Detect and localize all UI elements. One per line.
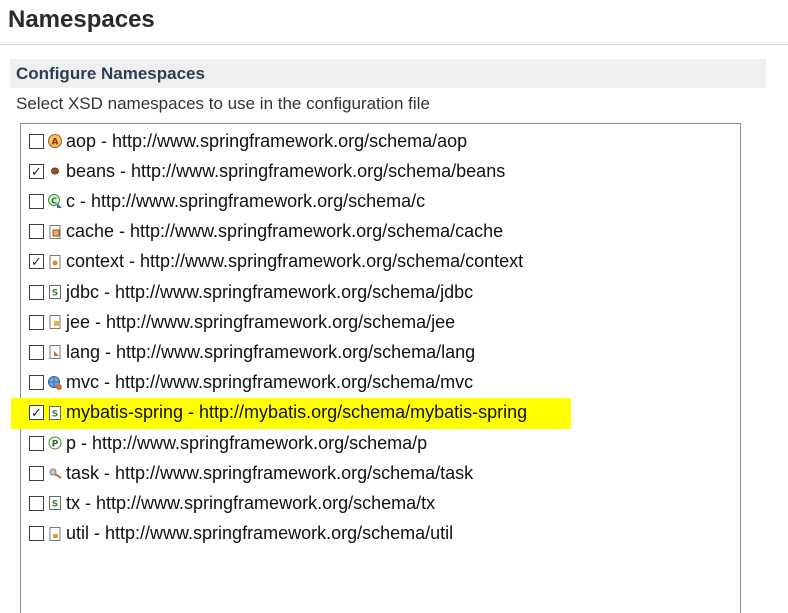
namespace-item[interactable]: jee - http://www.springframework.org/sch…	[21, 307, 740, 337]
namespace-label: mybatis-spring - http://mybatis.org/sche…	[66, 402, 528, 423]
namespace-item[interactable]: ✓ context - http://www.springframework.or…	[21, 247, 740, 277]
cache-icon	[47, 224, 63, 240]
namespace-item[interactable]: Pp - http://www.springframework.org/sche…	[21, 428, 740, 458]
namespace-checkbox[interactable]	[29, 284, 44, 300]
namespace-label: c - http://www.springframework.org/schem…	[66, 190, 426, 211]
namespace-checkbox[interactable]	[29, 314, 44, 330]
namespace-checkbox-checked[interactable]: ✓	[29, 163, 44, 179]
namespace-item[interactable]: ✓ Smybatis-spring - http://mybatis.org/sc…	[11, 397, 740, 429]
bean-icon	[47, 163, 63, 179]
util-icon	[47, 526, 63, 542]
namespace-item[interactable]: mvc - http://www.springframework.org/sch…	[21, 368, 740, 398]
svg-text:S: S	[52, 500, 58, 510]
namespace-list[interactable]: Aaop - http://www.springframework.org/sc…	[11, 123, 741, 613]
namespace-checkbox[interactable]	[29, 375, 44, 391]
namespace-label: lang - http://www.springframework.org/sc…	[66, 341, 476, 362]
namespace-item[interactable]: Stx - http://www.springframework.org/sch…	[21, 488, 740, 518]
title-divider	[0, 44, 788, 45]
namespace-item[interactable]: Cc - http://www.springframework.org/sche…	[21, 186, 740, 216]
svg-text:S: S	[52, 289, 58, 299]
namespace-label: jee - http://www.springframework.org/sch…	[66, 311, 456, 332]
namespace-item[interactable]: cache - http://www.springframework.org/s…	[21, 217, 740, 247]
namespace-label: task - http://www.springframework.org/sc…	[66, 462, 474, 483]
namespace-label: jdbc - http://www.springframework.org/sc…	[66, 281, 474, 302]
namespace-label: p - http://www.springframework.org/schem…	[66, 432, 428, 453]
namespace-item[interactable]: Sjdbc - http://www.springframework.org/s…	[21, 277, 740, 307]
namespace-checkbox[interactable]	[29, 193, 44, 209]
spring-s-icon: S	[47, 405, 63, 421]
c-namespace-icon: C	[47, 193, 63, 209]
p-namespace-icon: P	[47, 435, 63, 451]
section-description: Select XSD namespaces to use in the conf…	[16, 94, 430, 113]
namespace-checkbox[interactable]	[29, 133, 44, 149]
namespace-label: util - http://www.springframework.org/sc…	[66, 523, 454, 544]
context-icon	[47, 254, 63, 270]
namespace-item[interactable]: task - http://www.springframework.org/sc…	[21, 458, 740, 488]
lang-icon	[47, 344, 63, 360]
section-title: Configure Namespaces	[16, 64, 205, 83]
svg-text:A: A	[52, 138, 59, 148]
namespace-item[interactable]: lang - http://www.springframework.org/sc…	[21, 337, 740, 367]
namespace-label: context - http://www.springframework.org…	[66, 251, 524, 272]
namespace-label: tx - http://www.springframework.org/sche…	[66, 492, 436, 513]
namespace-item[interactable]: util - http://www.springframework.org/sc…	[21, 519, 740, 549]
jee-icon	[47, 314, 63, 330]
namespace-checkbox-checked[interactable]: ✓	[29, 405, 44, 421]
svg-text:P: P	[52, 440, 59, 450]
spring-s-icon: S	[47, 284, 63, 300]
namespace-label: cache - http://www.springframework.org/s…	[66, 221, 504, 242]
task-icon	[47, 465, 63, 481]
namespace-label: mvc - http://www.springframework.org/sch…	[66, 372, 474, 393]
mvc-globe-icon	[47, 375, 63, 391]
namespace-checkbox[interactable]	[29, 465, 44, 481]
namespace-item[interactable]: ✓ beans - http://www.springframework.org/…	[21, 156, 740, 186]
namespace-checkbox[interactable]	[29, 435, 44, 451]
namespace-checkbox-checked[interactable]: ✓	[29, 254, 44, 270]
svg-text:S: S	[52, 409, 58, 419]
page-title: Namespaces	[8, 6, 155, 33]
spring-s-icon: S	[47, 495, 63, 511]
aop-icon: A	[47, 133, 63, 149]
namespace-item[interactable]: Aaop - http://www.springframework.org/sc…	[21, 126, 740, 156]
namespace-checkbox[interactable]	[29, 526, 44, 542]
namespace-checkbox[interactable]	[29, 344, 44, 360]
svg-text:C: C	[51, 197, 57, 206]
namespace-checkbox[interactable]	[29, 495, 44, 511]
namespace-checkbox[interactable]	[29, 224, 44, 240]
namespace-label: beans - http://www.springframework.org/s…	[66, 160, 506, 181]
namespace-label: aop - http://www.springframework.org/sch…	[66, 130, 468, 151]
section-header: Configure Namespaces	[10, 59, 766, 88]
